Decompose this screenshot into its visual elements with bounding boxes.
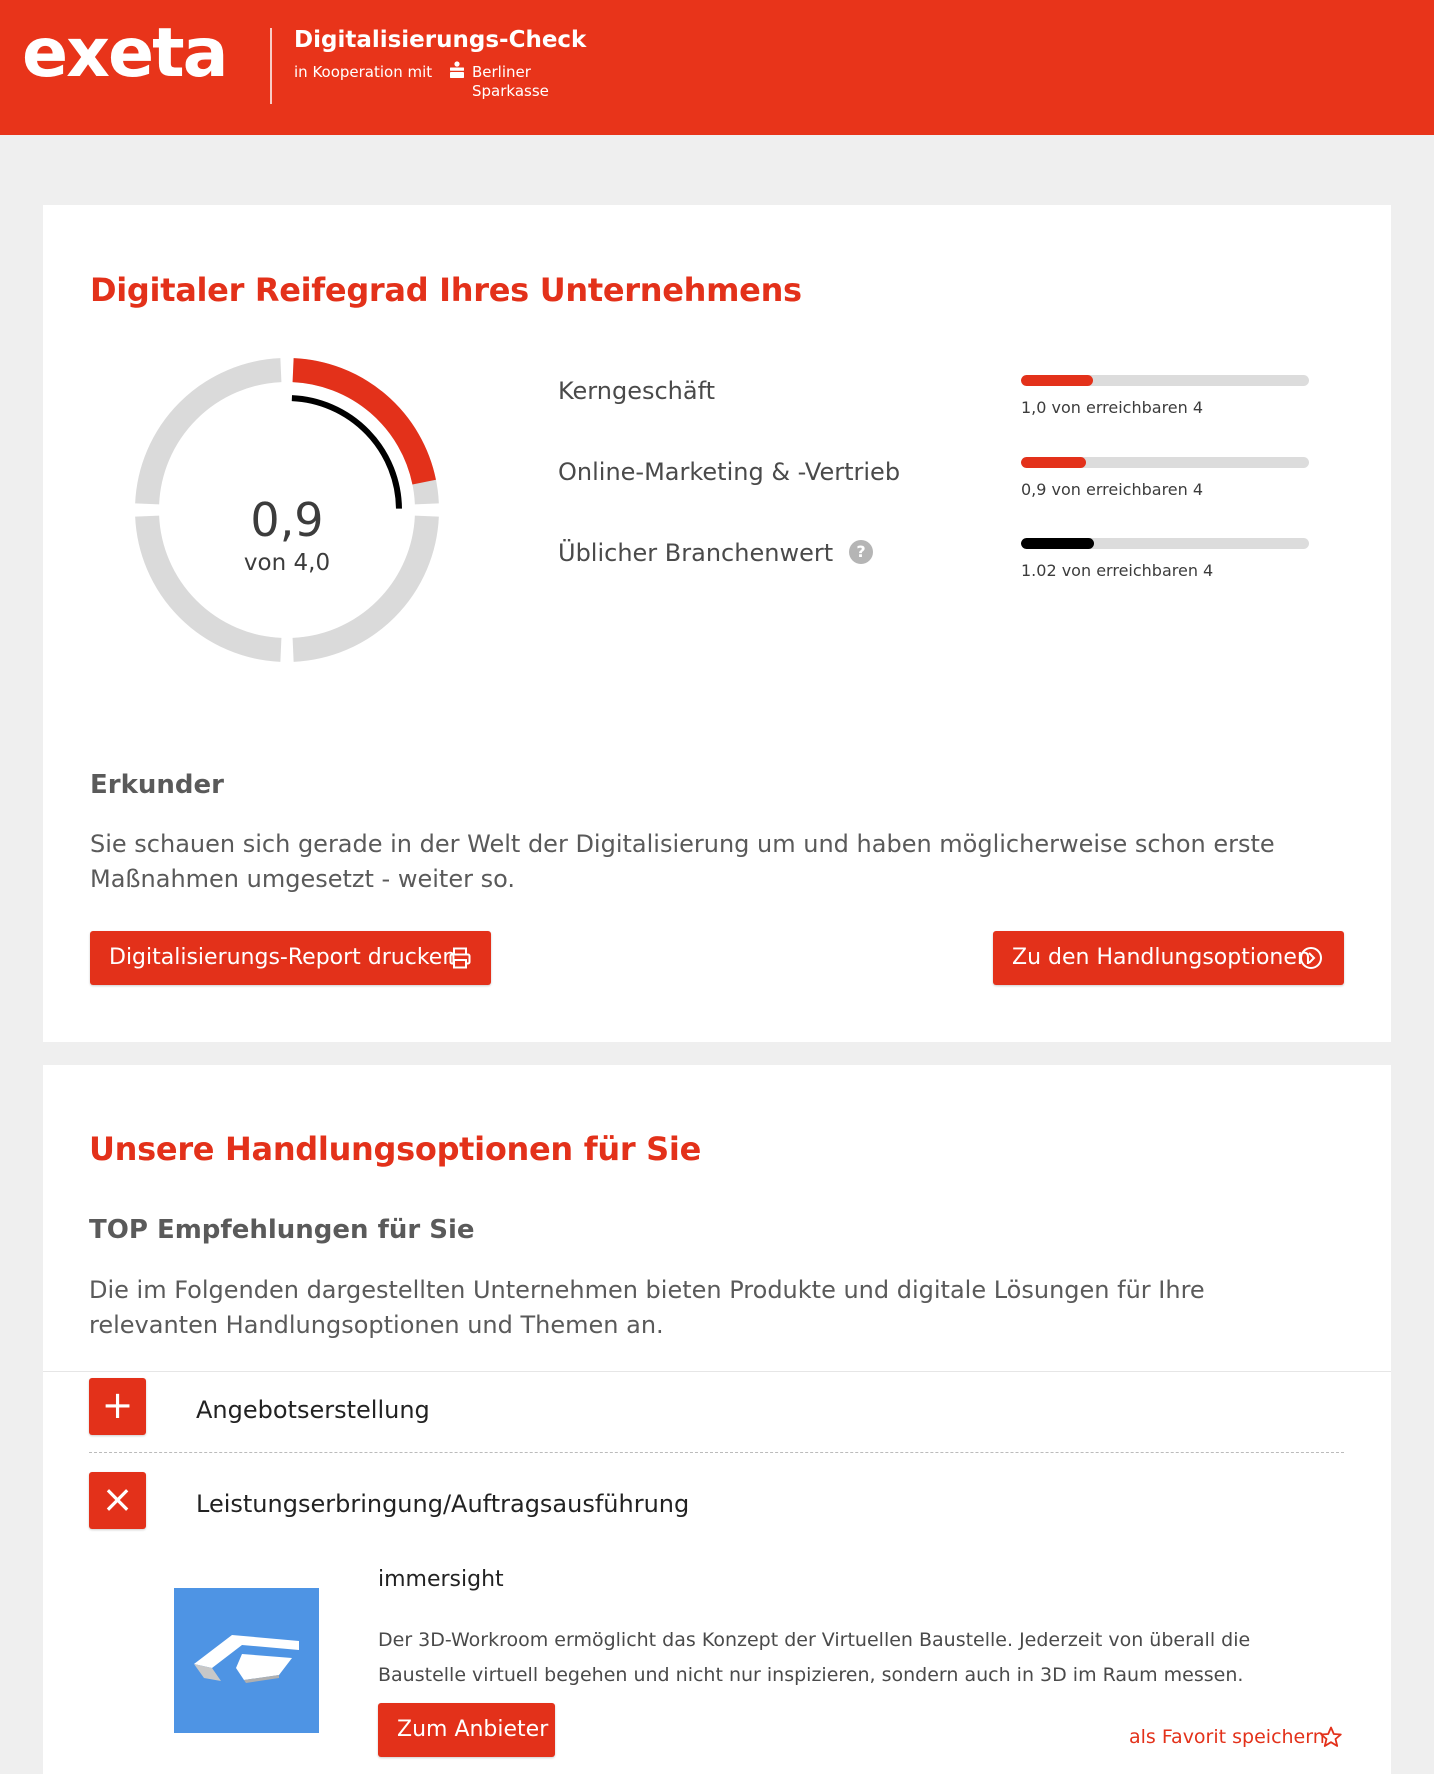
save-favorite-link[interactable]: als Favorit speichern [1129,1726,1325,1748]
close-icon: × [101,1477,134,1521]
header-divider [270,28,272,104]
cooperation-text: in Kooperation mit [294,63,433,81]
to-provider-label: Zum Anbieter [397,1717,549,1742]
sparkasse-icon [450,61,464,78]
accordion-item-angebotserstellung[interactable]: Angebotserstellung [196,1396,430,1424]
provider-description: Der 3D-Workroom ermöglicht das Konzept d… [378,1629,1251,1686]
metric-label-benchmark: Üblicher Branchenwert [558,539,834,567]
star-icon[interactable] [1319,1725,1343,1749]
metric-bar-kerngeschaeft [1021,375,1309,386]
options-title: Unsere Handlungsoptionen für Sie [89,1130,701,1168]
maturity-card: Digitaler Reifegrad Ihres Unternehmens 0… [43,205,1391,1042]
brand-title: Digitalisierungs-Check [294,27,587,53]
metric-label-kerngeschaeft: Kerngeschäft [558,377,716,405]
plus-icon: + [101,1383,134,1427]
accordion-divider [89,1452,1344,1453]
metric-caption-kerngeschaeft: 1,0 von erreichbaren 4 [1021,398,1204,417]
accordion-item-leistungserbringung[interactable]: Leistungserbringung/Auftragsausführung [196,1490,689,1518]
exeta-logo[interactable]: exeta [22,20,228,88]
provider-name: immersight [378,1567,504,1592]
collapse-leistungserbringung-button[interactable]: × [89,1472,146,1529]
printer-icon [449,947,471,969]
metric-bar-online-marketing [1021,457,1309,468]
expand-angebotserstellung-button[interactable]: + [89,1378,146,1435]
maturity-score: 0,9 [250,493,324,547]
metric-bar-fill [1021,538,1095,549]
metric-bar-benchmark [1021,538,1309,549]
section-divider [43,1371,1391,1372]
metric-caption-benchmark: 1.02 von erreichbaren 4 [1021,561,1214,580]
donut-segment-track [135,358,282,505]
print-report-label: Digitalisierungs-Report drucken [109,945,457,970]
maturity-score-max: von 4,0 [243,550,331,576]
metric-label-online-marketing: Online-Marketing & -Vertrieb [558,458,901,486]
top-header: exeta Digitalisierungs-Check in Kooperat… [0,0,1434,135]
to-provider-button[interactable]: Zum Anbieter [378,1703,555,1757]
immersight-logo [174,1588,319,1733]
metric-bar-fill [1021,375,1093,386]
level-title: Erkunder [90,770,224,800]
maturity-title: Digitaler Reifegrad Ihres Unternehmens [90,271,802,309]
arrow-circle-right-icon [1300,947,1322,969]
top-recommendations-text: Die im Folgenden dargestellten Unternehm… [89,1276,1205,1339]
print-report-button[interactable]: Digitalisierungs-Report drucken [90,931,491,985]
top-recommendations-title: TOP Empfehlungen für Sie [89,1215,475,1245]
partner-name: Berliner Sparkasse [472,63,549,100]
metric-bar-fill [1021,457,1086,468]
to-options-button[interactable]: Zu den Handlungsoptionen [993,931,1344,985]
level-description: Sie schauen sich gerade in der Welt der … [90,830,1275,893]
to-options-label: Zu den Handlungsoptionen [1012,945,1311,970]
options-card: Unsere Handlungsoptionen für Sie TOP Emp… [43,1065,1391,1774]
help-icon[interactable]: ? [849,540,873,564]
metric-caption-online-marketing: 0,9 von erreichbaren 4 [1021,480,1204,499]
